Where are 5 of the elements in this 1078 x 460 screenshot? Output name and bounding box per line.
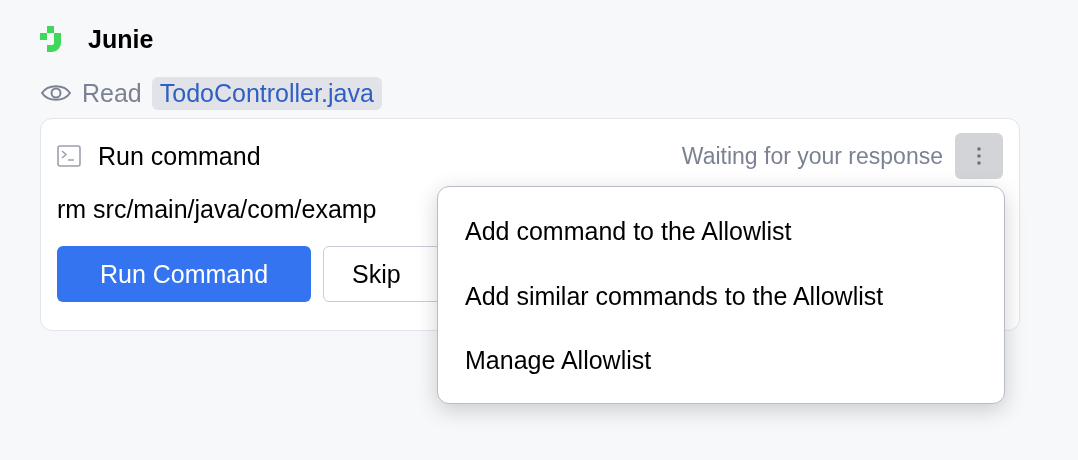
command-text: rm src/main/java/com/examp [57,195,378,224]
agent-name: Junie [88,24,154,54]
card-title: Run command [98,141,261,171]
status-text: Waiting for your response [681,142,943,170]
activity-verb: Read [82,78,142,108]
